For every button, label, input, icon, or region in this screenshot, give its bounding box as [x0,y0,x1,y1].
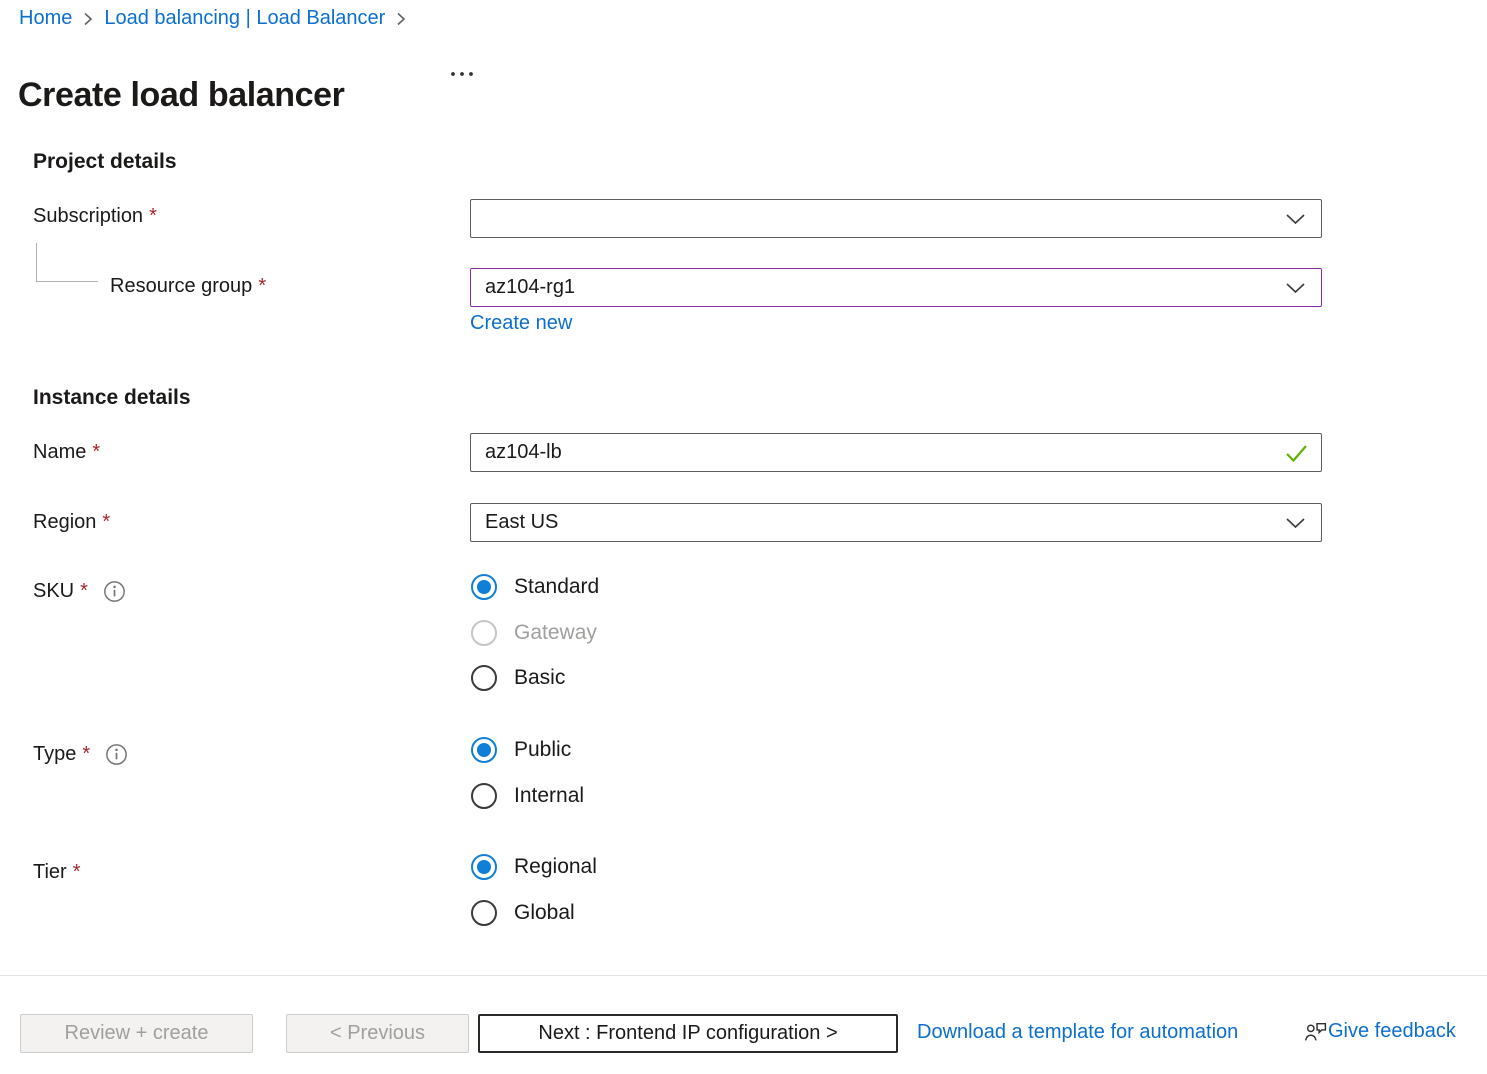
region-dropdown[interactable]: East US [470,503,1322,542]
create-new-link[interactable]: Create new [470,312,572,335]
radio-label: Public [514,738,571,762]
download-template-link[interactable]: Download a template for automation [917,1021,1238,1044]
radio-option-public[interactable]: Public [471,736,571,763]
radio-button-selected[interactable] [471,854,497,880]
feedback-icon [1303,1019,1328,1044]
subscription-label: Subscription * [33,205,157,228]
page-title: Create load balancer [18,76,344,115]
radio-option-gateway: Gateway [471,619,597,646]
radio-button-disabled [471,620,497,646]
breadcrumb-load-balancing-link[interactable]: Load balancing | Load Balancer [104,7,385,30]
radio-label: Basic [514,666,565,690]
chevron-right-icon [82,10,94,28]
resource-group-value: az104-rg1 [485,276,575,299]
resource-group-dropdown[interactable]: az104-rg1 [470,268,1322,307]
footer-divider [0,975,1487,976]
resource-group-label: Resource group * [110,275,266,298]
breadcrumb-home-link[interactable]: Home [19,7,72,30]
resource-group-label-text: Resource group [110,275,252,298]
radio-button[interactable] [471,783,497,809]
sku-label: SKU * [33,580,126,603]
radio-label: Global [514,901,575,925]
radio-option-basic[interactable]: Basic [471,664,565,691]
type-label: Type * [33,743,128,766]
radio-button[interactable] [471,900,497,926]
name-label: Name * [33,441,100,464]
subscription-dropdown[interactable] [470,199,1322,238]
next-frontend-ip-button[interactable]: Next : Frontend IP configuration > [478,1014,898,1053]
project-details-heading: Project details [33,150,177,174]
info-icon[interactable] [103,580,126,603]
region-value: East US [485,511,558,534]
required-asterisk: * [73,861,81,884]
checkmark-icon [1284,443,1309,469]
instance-details-heading: Instance details [33,386,191,410]
radio-option-regional[interactable]: Regional [471,853,597,880]
tier-label: Tier * [33,861,81,884]
more-options-icon[interactable] [449,66,477,84]
chevron-down-icon [1285,213,1306,225]
radio-label: Standard [514,575,599,599]
required-asterisk: * [149,205,157,228]
required-asterisk: * [92,441,100,464]
radio-button[interactable] [471,665,497,691]
radio-option-standard[interactable]: Standard [471,573,599,600]
chevron-down-icon [1285,282,1306,294]
radio-label: Gateway [514,621,597,645]
region-label: Region * [33,511,110,534]
tier-label-text: Tier [33,861,67,884]
sku-label-text: SKU [33,580,74,603]
chevron-right-icon [395,10,407,28]
field-connector-line [36,243,98,282]
required-asterisk: * [102,511,110,534]
radio-button-selected[interactable] [471,737,497,763]
subscription-label-text: Subscription [33,205,143,228]
previous-button[interactable]: < Previous [286,1014,469,1053]
name-label-text: Name [33,441,86,464]
give-feedback-link[interactable]: Give feedback [1328,1020,1456,1043]
breadcrumb: Home Load balancing | Load Balancer [19,7,407,30]
radio-button-selected[interactable] [471,574,497,600]
radio-option-global[interactable]: Global [471,899,575,926]
review-create-button[interactable]: Review + create [20,1014,253,1053]
radio-label: Regional [514,855,597,879]
name-input[interactable] [470,433,1322,472]
region-label-text: Region [33,511,96,534]
required-asterisk: * [80,580,88,603]
type-label-text: Type [33,743,76,766]
info-icon[interactable] [105,743,128,766]
chevron-down-icon [1285,517,1306,529]
required-asterisk: * [258,275,266,298]
required-asterisk: * [82,743,90,766]
radio-label: Internal [514,784,584,808]
radio-option-internal[interactable]: Internal [471,782,584,809]
